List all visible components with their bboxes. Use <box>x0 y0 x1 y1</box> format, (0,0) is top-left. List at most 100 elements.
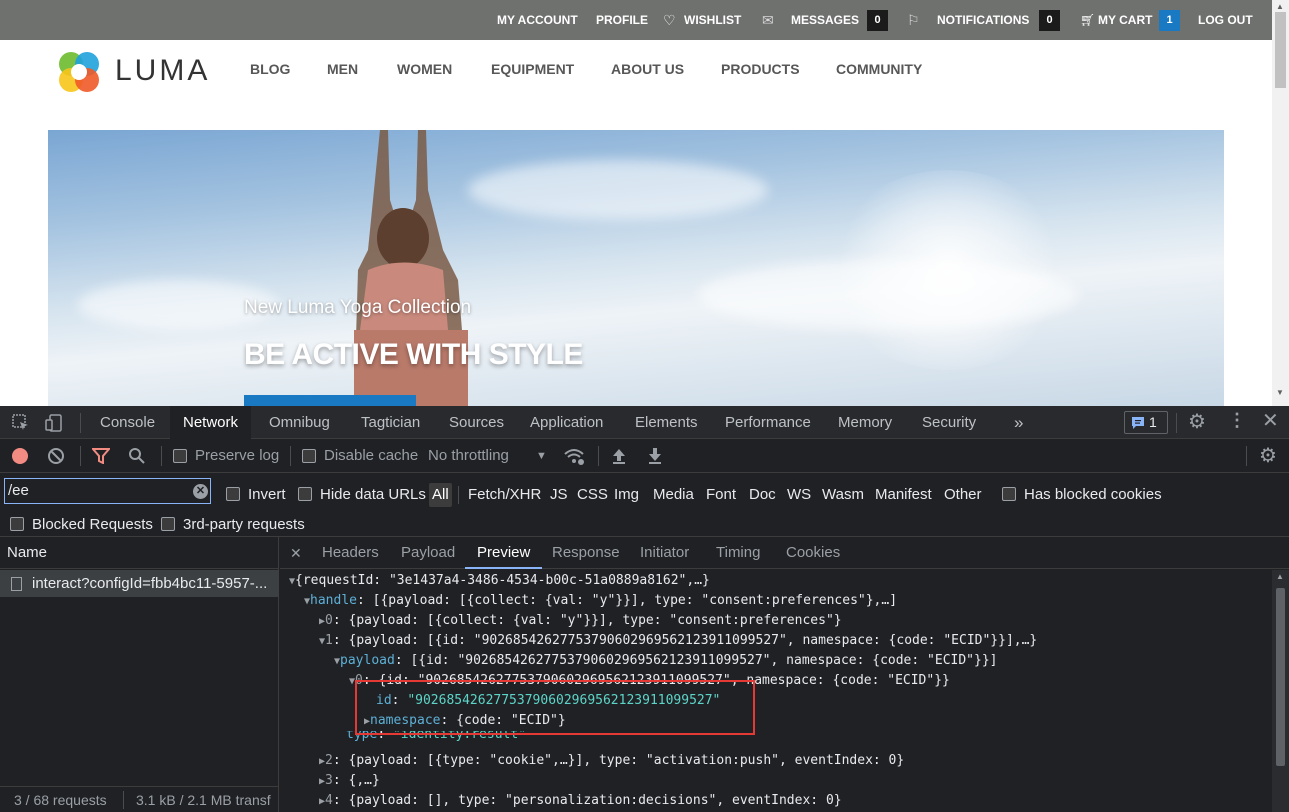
device-toolbar-icon[interactable] <box>45 413 65 433</box>
network-settings-gear-icon[interactable]: ⚙ <box>1259 443 1277 468</box>
filter-type-media[interactable]: Media <box>653 483 694 507</box>
request-row[interactable]: interact?configId=fbb4bc11-5957-... <box>0 570 279 597</box>
tab-headers[interactable]: Headers <box>310 537 391 569</box>
heart-icon: ♡ <box>663 12 676 28</box>
has-blocked-cookies-label: Has blocked cookies <box>1024 486 1162 503</box>
tree-row[interactable]: ▶4: {payload: [], type: "personalization… <box>319 791 842 811</box>
filter-type-all[interactable]: All <box>429 483 452 507</box>
scroll-down-arrow-icon[interactable]: ▼ <box>1276 388 1284 397</box>
hero-banner[interactable]: New Luma Yoga Collection BE ACTIVE WITH … <box>48 130 1224 406</box>
tab-memory[interactable]: Memory <box>826 406 904 439</box>
nav-community[interactable]: COMMUNITY <box>836 61 922 77</box>
tab-initiator[interactable]: Initiator <box>628 537 701 569</box>
cart-icon: 🛒︎ <box>1080 13 1096 27</box>
hide-data-urls-checkbox[interactable] <box>298 487 312 501</box>
nav-blog[interactable]: BLOG <box>250 61 290 77</box>
filter-icon[interactable] <box>92 448 110 464</box>
scroll-up-arrow-icon[interactable]: ▲ <box>1276 2 1284 11</box>
name-column-header[interactable]: Name <box>0 537 279 569</box>
tree-row[interactable]: ▼1: {payload: [{id: "9026854262775379060… <box>319 631 1037 651</box>
tab-payload[interactable]: Payload <box>389 537 467 569</box>
logo-text[interactable]: LUMA <box>115 54 210 88</box>
tree-row[interactable]: ▼payload: [{id: "90268542627753790602969… <box>334 651 997 671</box>
luma-logo-icon[interactable] <box>57 50 101 94</box>
page-scrollbar-thumb[interactable] <box>1275 12 1286 88</box>
tab-elements[interactable]: Elements <box>623 406 710 439</box>
tab-timing[interactable]: Timing <box>704 537 772 569</box>
filter-type-js[interactable]: JS <box>550 483 568 507</box>
blocked-requests-checkbox[interactable] <box>10 517 24 531</box>
filter-type-manifest[interactable]: Manifest <box>875 483 932 507</box>
network-conditions-icon[interactable] <box>563 448 585 466</box>
separator <box>598 446 599 466</box>
export-har-icon[interactable] <box>648 447 662 465</box>
disable-cache-checkbox[interactable] <box>302 449 316 463</box>
filter-type-css[interactable]: CSS <box>577 483 608 507</box>
profile-link[interactable]: PROFILE <box>596 0 648 40</box>
inspect-element-icon[interactable] <box>12 414 30 432</box>
third-party-requests-checkbox[interactable] <box>161 517 175 531</box>
close-devtools-icon[interactable]: ✕ <box>1262 408 1279 433</box>
disable-cache-label: Disable cache <box>324 447 419 464</box>
my-cart-link[interactable]: MY CART <box>1098 0 1152 40</box>
search-icon[interactable] <box>128 447 146 465</box>
request-detail: ✕ Headers Payload Preview Response Initi… <box>280 537 1289 812</box>
tab-performance[interactable]: Performance <box>713 406 823 439</box>
filter-type-font[interactable]: Font <box>706 483 736 507</box>
nav-men[interactable]: MEN <box>327 61 358 77</box>
nav-equipment[interactable]: EQUIPMENT <box>491 61 574 77</box>
tab-omnibug[interactable]: Omnibug <box>257 406 342 439</box>
tab-preview[interactable]: Preview <box>465 537 543 569</box>
tab-network[interactable]: Network <box>170 406 252 439</box>
preview-scrollbar[interactable]: ▲ <box>1272 570 1289 812</box>
import-har-icon[interactable] <box>612 447 626 465</box>
tree-row[interactable]: ▶3: {,…} <box>319 771 380 791</box>
scroll-up-arrow-icon[interactable]: ▲ <box>1276 572 1284 581</box>
preserve-log-checkbox[interactable] <box>173 449 187 463</box>
tab-sources[interactable]: Sources <box>437 406 516 439</box>
nav-women[interactable]: WOMEN <box>397 61 452 77</box>
wishlist-link[interactable]: WISHLIST <box>684 0 741 40</box>
tab-tagtician[interactable]: Tagtician <box>349 406 432 439</box>
messages-link[interactable]: MESSAGES <box>791 0 859 40</box>
nav-about-us[interactable]: ABOUT US <box>611 61 684 77</box>
issues-button[interactable]: 1 <box>1124 411 1168 434</box>
settings-gear-icon[interactable]: ⚙ <box>1188 409 1206 434</box>
tree-row[interactable]: ▼{requestId: "3e1437a4-3486-4534-b00c-51… <box>289 571 710 591</box>
record-icon[interactable] <box>12 448 28 464</box>
json-preview: ▼{requestId: "3e1437a4-3486-4534-b00c-51… <box>280 570 1272 812</box>
invert-checkbox[interactable] <box>226 487 240 501</box>
network-toolbar: Preserve log Disable cache No throttling… <box>0 439 1289 473</box>
tab-application[interactable]: Application <box>518 406 615 439</box>
tree-row[interactable]: ▼handle: [{payload: [{collect: {val: "y"… <box>304 591 897 611</box>
my-account-link[interactable]: MY ACCOUNT <box>497 0 578 40</box>
clear-filter-icon[interactable]: ✕ <box>193 484 208 499</box>
filter-input[interactable]: /ee <box>4 478 211 504</box>
preview-scrollbar-thumb[interactable] <box>1276 588 1285 766</box>
filter-type-other[interactable]: Other <box>944 483 982 507</box>
tab-response[interactable]: Response <box>540 537 632 569</box>
tab-console[interactable]: Console <box>88 406 167 439</box>
more-tabs-button[interactable]: » <box>1010 406 1027 439</box>
tree-row[interactable]: ▶0: {payload: [{collect: {val: "y"}}], t… <box>319 611 842 631</box>
throttling-select[interactable]: No throttling <box>428 439 509 473</box>
close-detail-icon[interactable]: ✕ <box>290 537 302 569</box>
page-scrollbar[interactable]: ▲ ▼ <box>1272 0 1289 406</box>
has-blocked-cookies-checkbox[interactable] <box>1002 487 1016 501</box>
nav-products[interactable]: PRODUCTS <box>721 61 800 77</box>
log-out-link[interactable]: LOG OUT <box>1198 0 1253 40</box>
hero-cta-button[interactable] <box>244 395 416 406</box>
hero-title: BE ACTIVE WITH STYLE <box>244 338 583 371</box>
tab-cookies[interactable]: Cookies <box>774 537 852 569</box>
filter-type-img[interactable]: Img <box>614 483 639 507</box>
clear-icon[interactable] <box>47 447 65 465</box>
filter-type-wasm[interactable]: Wasm <box>822 483 864 507</box>
tree-row[interactable]: ▶2: {payload: [{type: "cookie",…}], type… <box>319 751 904 771</box>
more-options-icon[interactable]: ⋮ <box>1228 410 1246 431</box>
filter-type-fetch-xhr[interactable]: Fetch/XHR <box>468 483 541 507</box>
filter-type-ws[interactable]: WS <box>787 483 811 507</box>
filter-type-doc[interactable]: Doc <box>749 483 776 507</box>
chevron-down-icon[interactable]: ▼ <box>536 439 547 473</box>
tab-security[interactable]: Security <box>910 406 988 439</box>
notifications-link[interactable]: NOTIFICATIONS <box>937 0 1029 40</box>
